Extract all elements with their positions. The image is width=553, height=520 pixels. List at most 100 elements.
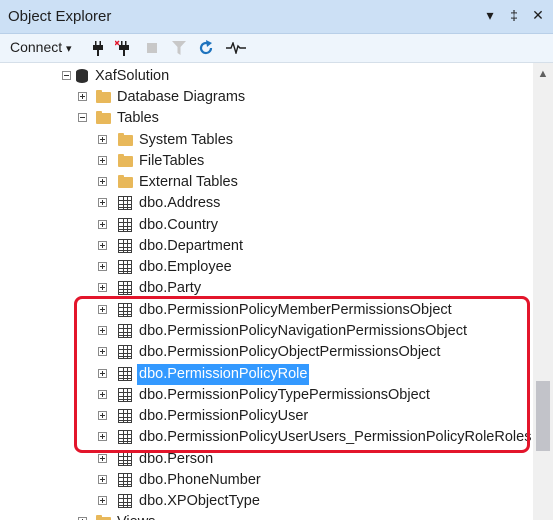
folder-icon <box>96 111 111 124</box>
chevron-down-icon: ▾ <box>66 43 72 55</box>
expand-icon[interactable] <box>98 135 107 144</box>
expand-icon[interactable] <box>98 454 107 463</box>
table-node-label: dbo.PermissionPolicyNavigationPermission… <box>139 323 467 339</box>
tree-node-label: Views <box>117 512 155 520</box>
table-node-label: dbo.PermissionPolicyUserUsers_Permission… <box>139 429 532 445</box>
table-node[interactable]: dbo.Country <box>0 215 533 236</box>
table-icon <box>118 452 132 466</box>
expand-icon[interactable] <box>78 92 87 101</box>
tree-node-root[interactable]: XafSolution <box>0 66 533 87</box>
tree-node-tables[interactable]: Tables <box>0 108 533 129</box>
table-node-label: dbo.Department <box>139 238 243 254</box>
collapse-icon[interactable] <box>78 113 87 122</box>
table-node-selected[interactable]: dbo.PermissionPolicyRole <box>0 364 533 385</box>
connect-plug-icon[interactable] <box>92 41 104 56</box>
expand-icon[interactable] <box>98 283 107 292</box>
expand-icon[interactable] <box>98 496 107 505</box>
panel-title: Object Explorer <box>8 8 112 25</box>
table-node-label: dbo.Employee <box>139 259 232 275</box>
table-node[interactable]: dbo.PhoneNumber <box>0 470 533 491</box>
table-node-label: dbo.Person <box>139 451 214 467</box>
table-node-label: dbo.XPObjectType <box>139 493 260 509</box>
panel-title-bar: Object Explorer ▾ ‡ ✕ <box>0 0 553 34</box>
table-icon <box>118 409 132 423</box>
tree-node-label: External Tables <box>139 174 238 190</box>
tree-node-external-tables[interactable]: External Tables <box>0 172 533 193</box>
tree-node-system-tables[interactable]: System Tables <box>0 130 533 151</box>
expand-icon[interactable] <box>98 326 107 335</box>
table-node-label: dbo.Party <box>139 280 202 296</box>
scroll-up-arrow-icon[interactable]: ▲ <box>533 63 553 85</box>
table-node[interactable]: dbo.PermissionPolicyUserUsers_Permission… <box>0 427 533 448</box>
table-node-label: dbo.PermissionPolicyObjectPermissionsObj… <box>139 344 441 360</box>
vertical-scrollbar[interactable]: ▲ <box>533 63 553 520</box>
expand-icon[interactable] <box>98 347 107 356</box>
table-icon <box>118 494 132 508</box>
toolbar: Connect ▾ <box>0 34 553 63</box>
expand-icon[interactable] <box>98 241 107 250</box>
tree-node-label: XafSolution <box>95 68 170 84</box>
table-node-label: dbo.PermissionPolicyUser <box>139 408 309 424</box>
tree-node-database-diagrams[interactable]: Database Diagrams <box>0 87 533 108</box>
connect-button[interactable]: Connect ▾ <box>10 39 72 55</box>
table-icon <box>118 324 132 338</box>
tree-node-file-tables[interactable]: FileTables <box>0 151 533 172</box>
table-icon <box>118 367 132 381</box>
tree-node-label: System Tables <box>139 132 234 148</box>
scrollbar-thumb[interactable] <box>536 381 550 451</box>
panel-controls: ▾ ‡ ✕ <box>483 7 545 24</box>
table-icon <box>118 196 132 210</box>
activity-monitor-icon[interactable] <box>226 42 246 54</box>
table-node[interactable]: dbo.XPObjectType <box>0 491 533 512</box>
object-explorer-tree: XafSolution Database Diagrams Tables Sys… <box>0 63 533 520</box>
table-node[interactable]: dbo.Department <box>0 236 533 257</box>
collapse-icon[interactable] <box>62 71 71 80</box>
table-node[interactable]: dbo.Party <box>0 278 533 299</box>
table-node-label: dbo.PhoneNumber <box>139 472 261 488</box>
refresh-icon[interactable] <box>198 40 214 56</box>
table-icon <box>118 303 132 317</box>
expand-icon[interactable] <box>98 220 107 229</box>
table-node[interactable]: dbo.Person <box>0 449 533 470</box>
table-node[interactable]: dbo.PermissionPolicyObjectPermissionsObj… <box>0 342 533 363</box>
close-icon[interactable]: ✕ <box>531 7 545 24</box>
folder-icon <box>118 133 133 146</box>
table-node-label: dbo.Address <box>139 195 221 211</box>
tree-node-views[interactable]: Views <box>0 512 533 520</box>
expand-icon[interactable] <box>98 262 107 271</box>
table-node[interactable]: dbo.Address <box>0 193 533 214</box>
table-icon <box>118 239 132 253</box>
connect-label: Connect <box>10 39 63 55</box>
pin-icon[interactable]: ‡ <box>507 7 521 24</box>
expand-icon[interactable] <box>98 475 107 484</box>
window-position-icon[interactable]: ▾ <box>483 7 497 24</box>
expand-icon[interactable] <box>98 305 107 314</box>
folder-icon <box>118 175 133 188</box>
table-node[interactable]: dbo.PermissionPolicyNavigationPermission… <box>0 321 533 342</box>
disconnect-icon[interactable] <box>115 40 131 56</box>
table-icon <box>118 430 132 444</box>
table-node-label: dbo.PermissionPolicyRole <box>137 364 310 385</box>
expand-icon[interactable] <box>98 177 107 186</box>
table-node[interactable]: dbo.PermissionPolicyTypePermissionsObjec… <box>0 385 533 406</box>
table-icon <box>118 473 132 487</box>
table-icon <box>118 260 132 274</box>
stop-icon[interactable] <box>147 43 157 53</box>
expand-icon[interactable] <box>98 432 107 441</box>
table-node[interactable]: dbo.Employee <box>0 257 533 278</box>
table-node-label: dbo.Country <box>139 217 218 233</box>
table-icon <box>118 345 132 359</box>
expand-icon[interactable] <box>98 411 107 420</box>
table-node-label: dbo.PermissionPolicyTypePermissionsObjec… <box>139 387 430 403</box>
table-node[interactable]: dbo.PermissionPolicyMemberPermissionsObj… <box>0 300 533 321</box>
expand-icon[interactable] <box>98 156 107 165</box>
expand-icon[interactable] <box>98 198 107 207</box>
table-icon <box>118 218 132 232</box>
expand-icon[interactable] <box>98 369 107 378</box>
tree-node-label: FileTables <box>139 153 205 169</box>
tree-node-label: Database Diagrams <box>117 89 246 105</box>
table-icon <box>118 388 132 402</box>
filter-icon[interactable] <box>172 41 186 55</box>
table-node[interactable]: dbo.PermissionPolicyUser <box>0 406 533 427</box>
expand-icon[interactable] <box>98 390 107 399</box>
